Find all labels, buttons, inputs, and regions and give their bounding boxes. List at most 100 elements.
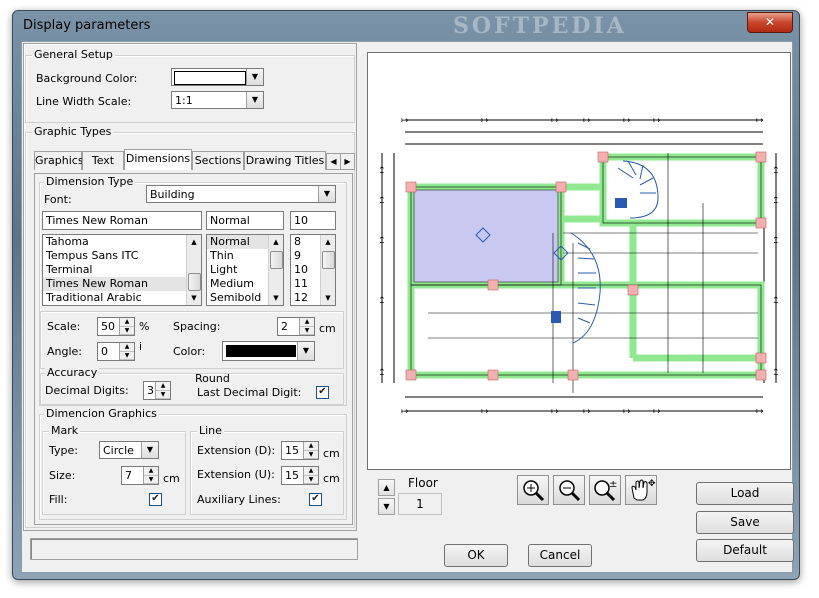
line-width-label: Line Width Scale: <box>36 95 132 108</box>
list-item[interactable]: Tahoma <box>43 235 201 249</box>
list-item[interactable]: Terminal <box>43 263 201 277</box>
scroll-thumb[interactable] <box>270 251 283 269</box>
svg-text:↥: ↥ <box>378 236 386 246</box>
save-button[interactable]: Save <box>696 511 794 534</box>
spin-icon[interactable]: ▲ ▼ <box>303 467 318 484</box>
scroll-thumb[interactable] <box>322 251 335 269</box>
extension-d-unit: cm <box>323 447 340 460</box>
scroll-down-icon[interactable]: ▼ <box>269 291 283 305</box>
mark-size-stepper[interactable]: 7 ▲ ▼ <box>121 466 159 485</box>
tab-strip: Graphics Text Dimensions Sections Drawin… <box>34 149 355 173</box>
color-swatch <box>226 345 296 357</box>
scroll-down-icon[interactable]: ▼ <box>187 291 201 305</box>
decimal-digits-stepper[interactable]: 3 ▲ ▼ <box>143 381 171 400</box>
extension-u-stepper[interactable]: 15 ▲ ▼ <box>281 466 319 485</box>
floor-up-icon[interactable]: ▲ <box>378 479 395 496</box>
line-width-select[interactable]: 1:1 ▼ <box>171 91 264 109</box>
cancel-button[interactable]: Cancel <box>528 544 592 567</box>
zoom-in-button[interactable] <box>517 475 549 505</box>
font-size-field[interactable]: 10 <box>290 211 336 230</box>
list-item[interactable]: Tempus Sans ITC <box>43 249 201 263</box>
line-group: Line Extension (D): 15 ▲ ▼ cm Extension (U… <box>190 424 344 515</box>
spacing-unit: cm <box>319 322 336 335</box>
scroll-down-icon[interactable]: ▼ <box>321 291 335 305</box>
accuracy-legend: Accuracy <box>45 366 100 379</box>
fill-checkbox[interactable]: ✔ <box>149 493 162 506</box>
highlighted-room <box>413 189 559 283</box>
mark-type-select[interactable]: Circle ▼ <box>99 441 159 459</box>
default-button[interactable]: Default <box>696 539 794 562</box>
scale-options-group: Scale: 50 ▲ ▼ % Spacing: 2 ▲ ▼ cm Angle: 0 ▲ ▼… <box>40 311 344 369</box>
extension-d-stepper[interactable]: 15 ▲ ▼ <box>281 441 319 460</box>
svg-text:↦: ↦ <box>551 116 559 126</box>
accuracy-group: Accuracy Decimal Digits: 3 ▲ ▼ Round Last … <box>40 366 344 405</box>
svg-text:↥: ↥ <box>378 166 386 176</box>
font-style-list[interactable]: Normal Thin Light Medium Semibold ▲ ▼ <box>206 234 284 306</box>
dimension-graphics-legend: Dimencion Graphics <box>44 407 159 420</box>
auxiliary-lines-checkbox[interactable]: ✔ <box>309 493 322 506</box>
tab-dimensions[interactable]: Dimensions <box>124 149 192 170</box>
mark-type-label: Type: <box>49 444 78 457</box>
last-decimal-checkbox[interactable]: ✔ <box>316 386 329 399</box>
zoom-fit-button[interactable]: ± <box>589 475 621 505</box>
svg-text:↥: ↥ <box>772 236 780 246</box>
zoom-in-icon <box>523 480 545 502</box>
window-title: Display parameters <box>23 18 151 33</box>
floor-down-icon[interactable]: ▼ <box>378 498 395 515</box>
floor-plan-preview[interactable]: ↦ ↦ ↦ ↦ ↦ ↦ ↦ ↦ ↦ ↦ ↦ ↦ ↦ ↦ ↥ ↥ ↥ ↥ ↥ ↥ ↥ ↥ ↥ ↥ <box>367 52 791 470</box>
extension-u-label: Extension (U): <box>197 468 275 481</box>
size-list-scrollbar[interactable]: ▲ ▼ <box>320 235 335 305</box>
mark-size-unit: cm <box>163 472 180 485</box>
close-button[interactable]: ✕ <box>747 12 793 33</box>
tab-page-dimensions: Dimension Type Font: Building ▼ Times Ne… <box>34 173 353 525</box>
tab-text[interactable]: Text <box>82 151 124 170</box>
list-item[interactable]: Times New Roman <box>43 277 201 291</box>
dimension-type-legend: Dimension Type <box>44 175 136 188</box>
svg-text:↥: ↥ <box>772 368 780 378</box>
scroll-up-icon[interactable]: ▲ <box>321 235 335 249</box>
floor-value: 1 <box>398 493 442 515</box>
font-style-field[interactable]: Normal <box>206 211 284 230</box>
line-width-value: 1:1 <box>175 94 193 107</box>
font-size-list[interactable]: 8 9 10 11 12 ▲ ▼ <box>290 234 336 306</box>
font-list-scrollbar[interactable]: ▲ ▼ <box>186 235 201 305</box>
tab-scroll-right-icon[interactable]: ▶ <box>340 153 355 170</box>
tab-graphics[interactable]: Graphics <box>34 151 84 170</box>
load-button[interactable]: Load <box>696 482 794 505</box>
tab-sections[interactable]: Sections <box>192 151 244 170</box>
spacing-stepper[interactable]: 2 ▲ ▼ <box>277 317 315 336</box>
spin-icon[interactable]: ▲ ▼ <box>119 318 134 335</box>
scroll-thumb[interactable] <box>188 273 201 291</box>
angle-value: 0 <box>101 345 108 358</box>
style-list-scrollbar[interactable]: ▲ ▼ <box>268 235 283 305</box>
dimension-type-select[interactable]: Building ▼ <box>146 185 336 203</box>
scroll-up-icon[interactable]: ▲ <box>269 235 283 249</box>
tab-drawing-titles[interactable]: Drawing Titles <box>244 151 326 170</box>
svg-text:↦: ↦ <box>583 407 591 417</box>
watermark-text: SOFTPEDIA <box>453 13 627 39</box>
zoom-out-button[interactable] <box>553 475 585 505</box>
title-bar[interactable]: Display parameters SOFTPEDIA ✕ <box>13 11 799 39</box>
dimension-color-select[interactable]: ▼ <box>222 341 315 361</box>
spin-icon[interactable]: ▲ ▼ <box>299 318 314 335</box>
spin-icon[interactable]: ▲ ▼ <box>119 343 134 360</box>
font-list[interactable]: Tahoma Tempus Sans ITC Terminal Times Ne… <box>42 234 202 306</box>
ok-button[interactable]: OK <box>444 544 508 567</box>
background-color-select[interactable]: ▼ <box>171 68 264 86</box>
spin-icon[interactable]: ▲ ▼ <box>303 442 318 459</box>
scroll-up-icon[interactable]: ▲ <box>187 235 201 249</box>
angle-stepper[interactable]: 0 ▲ ▼ <box>97 342 135 361</box>
font-name-field[interactable]: Times New Roman <box>42 211 202 230</box>
dialog-body: General Setup Background Color: ▼ Line W… <box>21 41 794 573</box>
svg-text:↥: ↥ <box>378 296 386 306</box>
spin-icon[interactable]: ▲ ▼ <box>143 467 158 484</box>
auxiliary-lines-label: Auxiliary Lines: <box>197 493 281 506</box>
tab-scroll-left-icon[interactable]: ◀ <box>326 153 341 170</box>
scale-stepper[interactable]: 50 ▲ ▼ <box>97 317 135 336</box>
svg-text:↦: ↦ <box>401 116 409 126</box>
spin-icon[interactable]: ▲ ▼ <box>155 382 170 399</box>
pan-button[interactable]: ✥ <box>625 475 657 505</box>
settings-panel: General Setup Background Color: ▼ Line W… <box>23 43 357 531</box>
list-item[interactable]: Traditional Arabic <box>43 291 201 305</box>
decimal-digits-value: 3 <box>147 384 154 397</box>
